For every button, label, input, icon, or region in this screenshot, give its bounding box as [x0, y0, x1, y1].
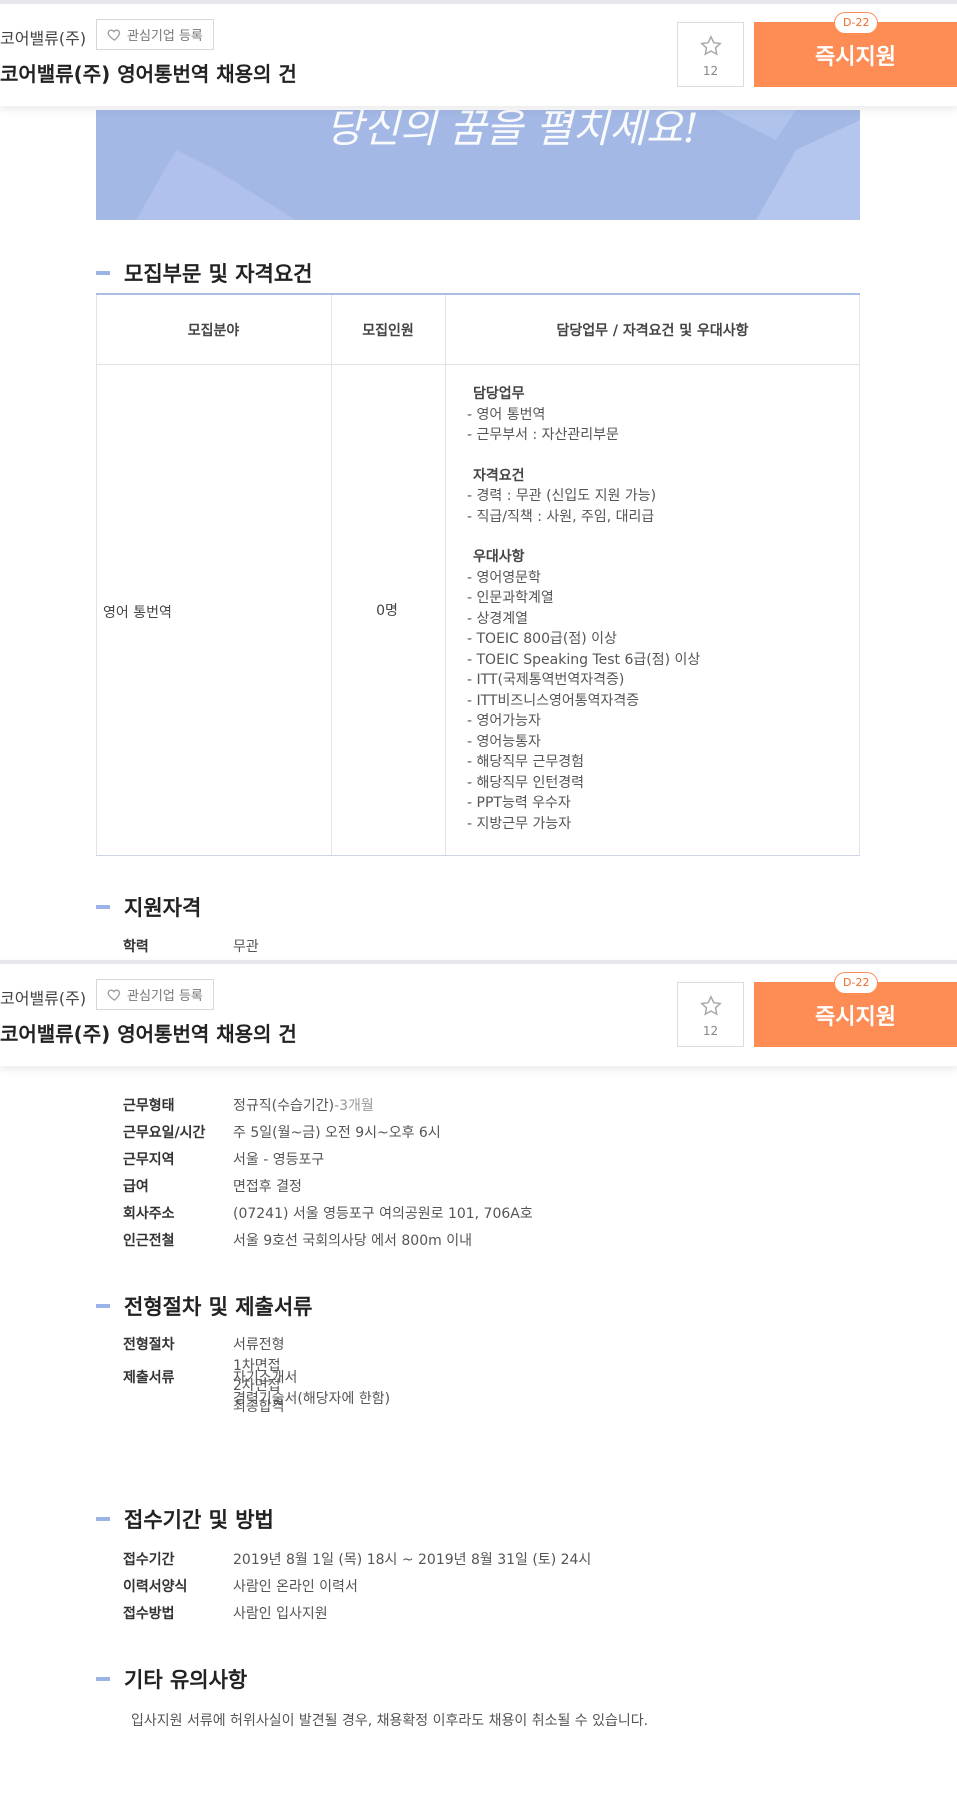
list-item: - 인문과학계열	[467, 590, 554, 606]
star-icon	[699, 35, 722, 56]
company-banner-image: 당신의 꿈을 펼치세요!	[96, 110, 860, 220]
company-name[interactable]: 코어밸류(주)	[0, 25, 86, 49]
section-bar	[96, 271, 110, 275]
list-item: - 영어영문학	[467, 569, 541, 586]
resume-form-label: 이력서양식	[123, 1578, 188, 1595]
list-item: 자기소개서	[233, 1370, 298, 1386]
table-header-duties: 담당업무 / 자격요건 및 우대사항	[556, 323, 749, 339]
scrap-button[interactable]: 12	[677, 22, 744, 87]
address-label: 회사주소	[123, 1205, 175, 1222]
station-label: 인근전철	[123, 1232, 175, 1249]
section-bar	[96, 905, 110, 909]
apply-method-label: 접수방법	[123, 1605, 175, 1622]
section-bar	[96, 1517, 110, 1521]
list-item: 경력기술서(해당자에 한함)	[233, 1390, 391, 1407]
apply-method-value: 사람인 입사지원	[233, 1605, 328, 1622]
section-title-text: 지원자격	[124, 896, 202, 920]
work-type-extra: -3개월	[334, 1097, 374, 1114]
dday-badge: D-22	[834, 12, 879, 34]
section-title-text: 모집부문 및 자격요건	[124, 262, 313, 286]
list-item: - 해당직무 인턴경력	[467, 774, 584, 791]
work-hours-label: 근무요일/시간	[123, 1124, 206, 1141]
section-title-text: 기타 유의사항	[124, 1668, 248, 1692]
work-hours-value: 주 5일(월~금) 오전 9시~오후 6시	[233, 1124, 441, 1141]
period-list: 접수기간 2019년 8월 1일 (목) 18시 ~ 2019년 8월 31일 (…	[123, 1545, 591, 1626]
scrap-count: 12	[702, 64, 719, 78]
documents-label: 제출서류	[123, 1370, 175, 1386]
favorite-company-button[interactable]: 관심기업 등록	[96, 19, 214, 50]
list-item: 서류전형	[233, 1337, 285, 1353]
list-item: - 지방근무 가능자	[467, 815, 572, 832]
list-item: - 영어능통자	[467, 733, 541, 750]
list-item: - ITT비즈니스영어통역자격증	[467, 692, 640, 709]
section-bar	[96, 1677, 110, 1681]
list-item: - 상경계열	[467, 610, 529, 627]
favorite-label: 관심기업 등록	[127, 989, 203, 1004]
recruit-table: 모집분야 모집인원 담당업무 / 자격요건 및 우대사항 영어 통번역 0명 담…	[96, 293, 860, 856]
table-cell-duties: 담당업무 - 영어 통번역 - 근무부서 : 자산관리부문 자격요건 - 경력 …	[467, 384, 700, 834]
job-title: 코어밸류(주) 영어통번역 채용의 건	[0, 62, 297, 86]
section-title-recruit: 모집부문 및 자격요건	[96, 258, 313, 288]
section-title-text: 전형절차 및 제출서류	[124, 1295, 313, 1319]
company-name[interactable]: 코어밸류(주)	[0, 985, 86, 1009]
qualification-title: 자격요건	[473, 467, 525, 484]
sticky-header: 코어밸류(주) 관심기업 등록 코어밸류(주) 영어통번역 채용의 건 12 즉…	[0, 960, 957, 1066]
period-value: 2019년 8월 1일 (목) 18시 ~ 2019년 8월 31일 (토) 2…	[233, 1551, 592, 1568]
list-item: - 경력 : 무관 (신입도 지원 가능)	[467, 488, 657, 504]
list-item: - 영어가능자	[467, 713, 541, 729]
table-cell-count: 0명	[376, 603, 398, 619]
star-icon	[699, 995, 722, 1016]
list-item: - 직급/직책 : 사원, 주임, 대리급	[467, 508, 655, 525]
salary-label: 급여	[123, 1178, 149, 1195]
process-steps-label: 전형절차	[123, 1337, 175, 1353]
scrap-count: 12	[702, 1024, 719, 1038]
process-list: 전형절차 서류전형 1차면접 2차면접 최종합격 제출서류 자기소개서 경력기술…	[123, 1335, 390, 1415]
list-item: - PPT능력 우수자	[467, 795, 571, 811]
salary-value: 면접후 결정	[233, 1178, 302, 1195]
section-title-etc: 기타 유의사항	[96, 1664, 247, 1694]
section-title-qualification: 지원자격	[96, 892, 201, 922]
list-item: - TOEIC 800급(점) 이상	[467, 631, 617, 647]
section-title-process: 전형절차 및 제출서류	[96, 1291, 313, 1321]
scrap-button[interactable]: 12	[677, 982, 744, 1047]
list-item: - 영어 통번역	[467, 406, 546, 423]
favorite-company-button[interactable]: 관심기업 등록	[96, 979, 214, 1010]
table-cell-field: 영어 통번역	[103, 605, 172, 621]
section-title-text: 접수기간 및 방법	[124, 1508, 274, 1532]
work-region-value: 서울 - 영등포구	[233, 1151, 325, 1168]
work-region-label: 근무지역	[123, 1151, 175, 1168]
table-header-count: 모집인원	[362, 323, 414, 339]
edu-label: 학력	[123, 938, 149, 955]
heart-icon	[107, 989, 121, 1001]
list-item: - 해당직무 근무경험	[467, 754, 584, 770]
duty-title: 담당업무	[473, 386, 525, 402]
edu-value: 무관	[233, 938, 259, 955]
qualification-list: 학력 무관	[123, 932, 259, 959]
address-value: (07241) 서울 영등포구 여의공원로 101, 706A호	[233, 1205, 533, 1222]
station-value: 서울 9호선 국회의사당 에서 800m 이내	[233, 1232, 472, 1249]
favorite-label: 관심기업 등록	[127, 29, 203, 44]
work-conditions-list: 근무형태 정규직(수습기간)-3개월 근무요일/시간 주 5일(월~금) 오전 9시…	[123, 1091, 533, 1253]
job-title: 코어밸류(주) 영어통번역 채용의 건	[0, 1022, 297, 1046]
section-title-period: 접수기간 및 방법	[96, 1504, 274, 1534]
work-type-label: 근무형태	[123, 1097, 175, 1114]
period-label: 접수기간	[123, 1551, 175, 1568]
banner-slogan: 당신의 꿈을 펼치세요!	[326, 110, 699, 152]
list-item: - 근무부서 : 자산관리부문	[467, 427, 619, 443]
work-type-value: 정규직(수습기간)	[233, 1097, 335, 1114]
etc-note: 입사지원 서류에 허위사실이 발견될 경우, 채용확정 이후라도 채용이 취소될…	[131, 1713, 649, 1729]
list-item: - ITT(국제통역번역자격증)	[467, 672, 625, 688]
table-header-field: 모집분야	[187, 323, 240, 339]
dday-badge: D-22	[834, 972, 879, 994]
heart-icon	[107, 29, 121, 41]
preference-title: 우대사항	[473, 549, 525, 565]
sticky-header: 코어밸류(주) 관심기업 등록 코어밸류(주) 영어통번역 채용의 건 12 즉…	[0, 0, 957, 106]
section-bar	[96, 1304, 110, 1308]
list-item: - TOEIC Speaking Test 6급(점) 이상	[467, 651, 701, 668]
resume-form-value: 사람인 온라인 이력서	[233, 1578, 358, 1595]
